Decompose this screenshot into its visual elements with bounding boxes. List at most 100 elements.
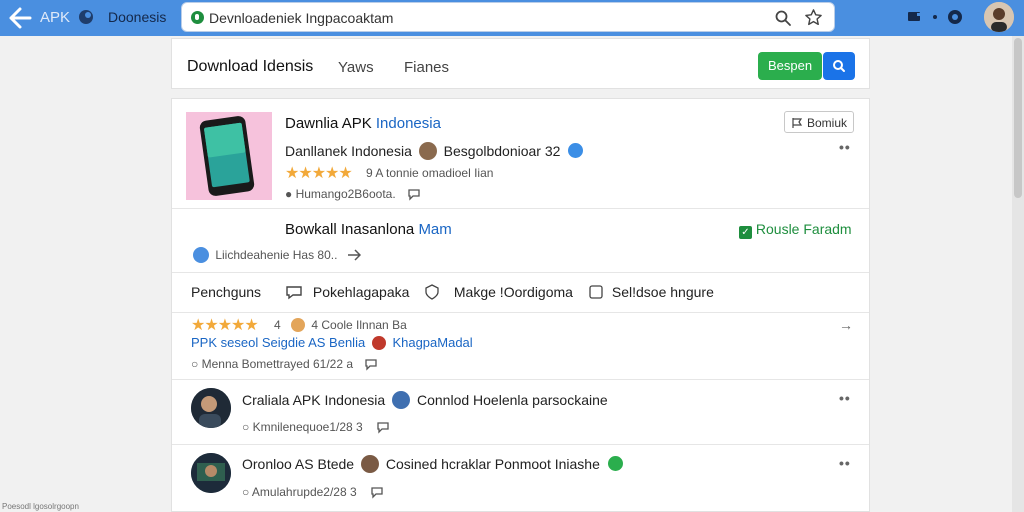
byline-text: Danllanek Indonesia bbox=[285, 143, 412, 159]
url-text[interactable]: Devnloadeniek Ingpacoaktam bbox=[209, 10, 393, 26]
app-title-text: Dawnlia APK bbox=[285, 115, 372, 132]
action-save-label: Sel!dsoe hngure bbox=[611, 284, 714, 300]
follow-label: Bomiuk bbox=[807, 116, 848, 130]
cast-icon[interactable] bbox=[906, 8, 924, 26]
review-line: PPK seseol Seigdie AS Benlia KhagpaMadal bbox=[191, 335, 473, 350]
action-row-label: Penchguns bbox=[191, 284, 262, 300]
download-row: Bowkall Inasanlona Mam ✓ Rousle Faradm L… bbox=[172, 209, 869, 273]
app-byline: Danllanek Indonesia Besgolbdonioar 32 bbox=[285, 142, 584, 160]
commenter-name[interactable]: Craliala APK Indonesia bbox=[242, 392, 385, 408]
tabs-panel: Download Idensis Yaws Fianes Bespen bbox=[171, 38, 870, 89]
user-avatar[interactable] bbox=[984, 2, 1014, 32]
more-options-icon[interactable]: •• bbox=[839, 455, 851, 471]
top-bar: APK Doonesis Devnloadeniek Ingpacoaktam bbox=[0, 0, 1024, 36]
app-name: APK bbox=[40, 9, 71, 26]
primary-green-button[interactable]: Bespen bbox=[758, 52, 822, 80]
search-button[interactable] bbox=[823, 52, 855, 80]
verified-icon bbox=[607, 456, 623, 471]
review-link-a[interactable]: PPK seseol Seigdie bbox=[191, 335, 305, 350]
review-stars: ★★★★★ bbox=[191, 317, 259, 334]
comment-icon[interactable] bbox=[376, 420, 390, 434]
comment-meta: ○ Amulahrupde2/28 3 bbox=[242, 485, 384, 499]
row-title-text: Bowkall Inasanlona bbox=[285, 221, 415, 238]
flag-icon bbox=[792, 118, 803, 128]
action-comment-label: Pokehlagapaka bbox=[312, 284, 410, 300]
scrollbar[interactable] bbox=[1012, 36, 1024, 512]
review-meta: ○ Menna Bomettrayed 61/22 a bbox=[191, 357, 378, 371]
action-manage-label: Makge !Oordigoma bbox=[453, 284, 573, 300]
search-icon[interactable] bbox=[774, 9, 792, 27]
tab-yaws[interactable]: Yaws bbox=[338, 59, 374, 76]
comment-meta-text: Amulahrupde2/28 3 bbox=[251, 485, 357, 499]
app-subtitle: Doonesis bbox=[108, 9, 167, 25]
row-title[interactable]: Bowkall Inasanlona Mam bbox=[285, 221, 452, 238]
row-meta-text: Liichdeahenie Has 80.. bbox=[215, 248, 338, 262]
comment-meta: ○ Kmnilenequoe1/28 3 bbox=[242, 420, 390, 434]
comment-text: Cosined hcraklar Ponmoot Iniashe bbox=[385, 456, 600, 472]
share-icon[interactable] bbox=[347, 249, 361, 261]
clock-icon: ○ bbox=[191, 357, 199, 371]
comment-text: Connlod Hoelenla parsockaine bbox=[416, 392, 608, 408]
action-manage[interactable]: Makge !Oordigoma bbox=[424, 284, 573, 300]
reviewer-avatar-2 bbox=[371, 336, 386, 350]
app-meta-text: Humango2B6oota. bbox=[295, 187, 396, 201]
comment-row: Craliala APK Indonesia Connlod Hoelenla … bbox=[172, 380, 869, 445]
source-avatar bbox=[193, 247, 209, 263]
clock-icon: ○ bbox=[242, 420, 250, 434]
author-name[interactable]: Besgolbdonioar 32 bbox=[444, 143, 561, 159]
clock-icon: ○ bbox=[242, 485, 250, 499]
check-icon: ✓ bbox=[739, 226, 752, 239]
comment-header: Oronloo AS Btede Cosined hcraklar Ponmoo… bbox=[242, 455, 623, 473]
action-comment[interactable]: Pokehlagapaka bbox=[285, 284, 409, 300]
author-avatar bbox=[418, 142, 437, 160]
app-title-highlight: Indonesia bbox=[375, 115, 441, 132]
reviewer-avatar bbox=[291, 318, 305, 332]
scroll-thumb[interactable] bbox=[1014, 38, 1022, 198]
app-title[interactable]: Dawnlia APK Indonesia bbox=[285, 115, 441, 132]
comment-icon bbox=[286, 286, 302, 300]
secure-icon bbox=[191, 11, 204, 24]
more-options-icon[interactable]: •• bbox=[839, 390, 851, 406]
comment-icon[interactable] bbox=[364, 357, 378, 371]
address-bar[interactable]: Devnloadeniek Ingpacoaktam bbox=[181, 2, 835, 32]
extension-icon[interactable] bbox=[946, 8, 964, 26]
back-arrow-icon[interactable] bbox=[6, 5, 32, 31]
expand-arrow-icon[interactable]: → bbox=[839, 317, 854, 333]
review-rating: 4 Coole Ilnnan Ba bbox=[288, 318, 407, 332]
tab-fianes[interactable]: Fianes bbox=[404, 59, 449, 76]
commenter-avatar-image bbox=[191, 453, 231, 493]
tab-download[interactable]: Download Idensis bbox=[187, 58, 313, 76]
checkbox-icon bbox=[589, 285, 603, 299]
app-card: Dawnlia APK Indonesia Danllanek Indonesi… bbox=[172, 99, 869, 209]
commenter-badge bbox=[392, 391, 411, 409]
commenter-avatar[interactable] bbox=[191, 453, 231, 493]
menu-dots-icon[interactable] bbox=[926, 8, 944, 26]
search-icon bbox=[833, 60, 845, 72]
status-badge[interactable]: ✓ Rousle Faradm bbox=[739, 221, 852, 239]
commenter-avatar[interactable] bbox=[191, 388, 231, 428]
comment-header: Craliala APK Indonesia Connlod Hoelenla … bbox=[242, 391, 608, 409]
follow-button[interactable]: Bomiuk bbox=[784, 111, 854, 133]
app-logo-icon bbox=[79, 10, 93, 24]
commenter-avatar-image bbox=[191, 388, 231, 428]
app-thumbnail[interactable] bbox=[186, 112, 272, 200]
row-title-highlight: Mam bbox=[418, 221, 452, 238]
comment-row: Oronloo AS Btede Cosined hcraklar Ponmoo… bbox=[172, 445, 869, 511]
content-list: Dawnlia APK Indonesia Danllanek Indonesi… bbox=[171, 98, 870, 512]
comment-icon[interactable] bbox=[370, 485, 384, 499]
review-link-b[interactable]: AS Benlia bbox=[308, 335, 365, 350]
app-meta: ● Humango2B6oota. bbox=[285, 187, 421, 201]
row-meta: Liichdeahenie Has 80.. bbox=[190, 247, 361, 263]
review-rating-number: 4 bbox=[274, 318, 281, 332]
rating-stars: ★★★★★ bbox=[285, 165, 353, 182]
action-row: Penchguns Pokehlagapaka Makge !Oordigoma… bbox=[172, 273, 869, 313]
commenter-name[interactable]: Oronloo AS Btede bbox=[242, 456, 354, 472]
action-save[interactable]: Sel!dsoe hngure bbox=[588, 284, 714, 300]
bookmark-star-icon[interactable] bbox=[804, 8, 823, 27]
review-rating-text: 4 Coole Ilnnan Ba bbox=[311, 318, 407, 332]
more-options-icon[interactable]: •• bbox=[839, 139, 851, 155]
review-link-c[interactable]: KhagpaMadal bbox=[392, 335, 472, 350]
verified-icon bbox=[568, 143, 584, 158]
status-badge-text: Rousle Faradm bbox=[755, 221, 852, 237]
comment-icon[interactable] bbox=[407, 187, 421, 201]
